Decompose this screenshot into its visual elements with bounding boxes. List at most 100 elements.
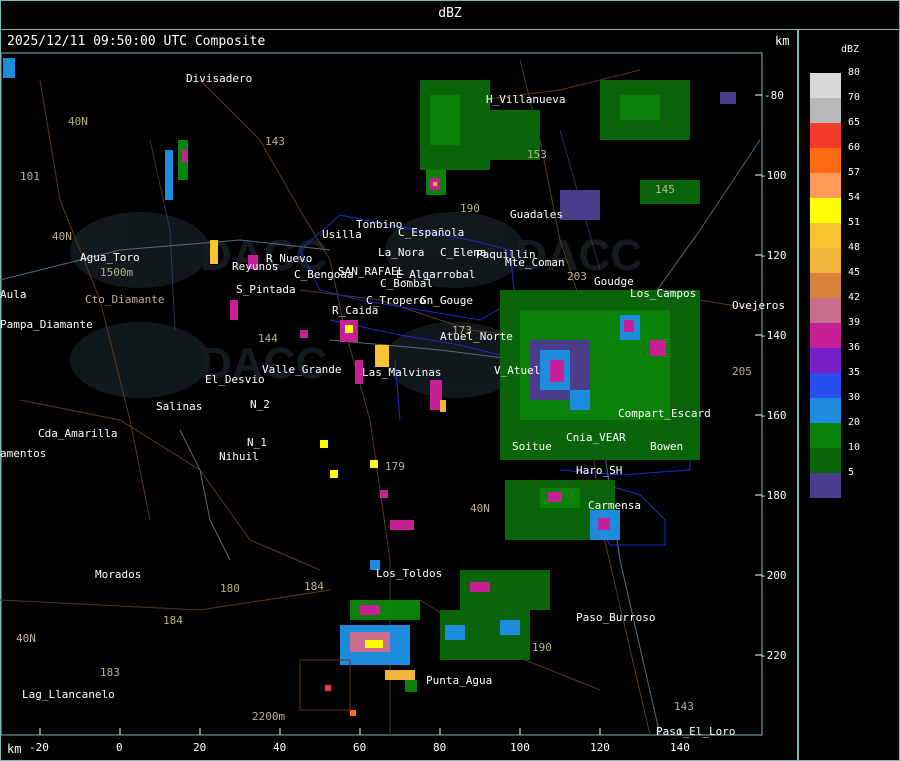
svg-text:Ovejeros: Ovejeros <box>732 299 785 312</box>
svg-text:Bowen: Bowen <box>650 440 683 453</box>
legend-value: 57 <box>848 167 861 178</box>
x-tick-label: 20 <box>193 741 206 754</box>
legend-swatch <box>810 148 841 173</box>
svg-text:180: 180 <box>220 582 240 595</box>
svg-text:143: 143 <box>674 700 694 713</box>
svg-text:Nihuil: Nihuil <box>219 450 259 463</box>
legend-value: 30 <box>848 392 861 403</box>
svg-text:La_Nora: La_Nora <box>378 246 424 259</box>
svg-text:Aula: Aula <box>0 288 27 301</box>
svg-text:N_2: N_2 <box>250 398 270 411</box>
legend-value: 42 <box>848 292 861 303</box>
svg-text:Cto_Diamante: Cto_Diamante <box>85 293 164 306</box>
svg-text:Cnia_VEAR: Cnia_VEAR <box>566 431 626 444</box>
svg-text:Haro_SH: Haro_SH <box>576 464 622 477</box>
y-tick-label: -180 <box>760 489 787 502</box>
svg-text:183: 183 <box>100 666 120 679</box>
svg-text:153: 153 <box>527 148 547 161</box>
legend-swatch <box>810 348 841 373</box>
x-tick-label: 80 <box>433 741 446 754</box>
x-tick-label: 100 <box>510 741 530 754</box>
svg-text:Soitue: Soitue <box>512 440 552 453</box>
svg-text:C_Bombal: C_Bombal <box>380 277 433 290</box>
legend-value: 5 <box>848 467 855 478</box>
svg-text:Los_Toldos: Los_Toldos <box>376 567 442 580</box>
svg-text:Paso_El_Loro: Paso_El_Loro <box>656 725 735 738</box>
svg-text:143: 143 <box>265 135 285 148</box>
svg-text:R_Nuevo: R_Nuevo <box>266 252 312 265</box>
y-tick-label: -140 <box>760 329 787 342</box>
legend-value: 48 <box>848 242 861 253</box>
svg-text:Compart_Escard: Compart_Escard <box>618 407 711 420</box>
legend-swatch <box>810 198 841 223</box>
svg-text:Divisadero: Divisadero <box>186 72 252 85</box>
x-tick-label: 40 <box>273 741 286 754</box>
x-tick-label: 0 <box>116 741 123 754</box>
product-timestamp: 2025/12/11 09:50:00 UTC Composite <box>7 34 266 49</box>
legend-swatch <box>810 73 841 98</box>
svg-text:40N: 40N <box>16 632 36 645</box>
y-tick-label: -220 <box>760 649 787 662</box>
x-axis-unit: km <box>7 742 22 756</box>
x-tick-label: 140 <box>670 741 690 754</box>
svg-text:Guadales: Guadales <box>510 208 563 221</box>
svg-text:C_Española: C_Española <box>398 226 464 239</box>
svg-text:190: 190 <box>532 641 552 654</box>
legend-swatch <box>810 98 841 123</box>
legend-swatch <box>810 273 841 298</box>
svg-text:Salinas: Salinas <box>156 400 202 413</box>
y-tick-label: -80 <box>764 89 784 102</box>
legend-swatch <box>810 298 841 323</box>
y-tick-label: -200 <box>760 569 787 582</box>
svg-text:Punta_Agua: Punta_Agua <box>426 674 492 687</box>
legend-swatch <box>810 448 841 473</box>
svg-text:179: 179 <box>385 460 405 473</box>
svg-text:V_Atuel: V_Atuel <box>494 364 540 377</box>
svg-text:N_1: N_1 <box>247 436 267 449</box>
svg-text:144: 144 <box>258 332 278 345</box>
y-tick-label: -100 <box>760 169 787 182</box>
svg-text:amentos: amentos <box>0 447 46 460</box>
svg-text:Carmensa: Carmensa <box>588 499 641 512</box>
legend-swatch <box>810 423 841 448</box>
svg-text:1500m: 1500m <box>100 266 133 279</box>
svg-text:190: 190 <box>460 202 480 215</box>
legend-swatch <box>810 173 841 198</box>
svg-text:40N: 40N <box>52 230 72 243</box>
svg-text:Tonbino: Tonbino <box>356 218 402 231</box>
y-tick-label: -160 <box>760 409 787 422</box>
legend-value: 20 <box>848 417 861 428</box>
legend-swatch <box>810 123 841 148</box>
svg-text:205: 205 <box>732 365 752 378</box>
legend-swatch <box>810 223 841 248</box>
x-tick-label: 60 <box>353 741 366 754</box>
radar-map: DACC DACC DACC DACC <box>0 52 787 754</box>
svg-text:Gn_Gouge: Gn_Gouge <box>420 294 473 307</box>
y-tick-label: -120 <box>760 249 787 262</box>
svg-text:Pampa_Diamante: Pampa_Diamante <box>0 318 93 331</box>
x-tick-label: 120 <box>590 741 610 754</box>
legend-swatch <box>810 323 841 348</box>
svg-text:2200m: 2200m <box>252 710 285 723</box>
svg-text:H_Villanueva: H_Villanueva <box>486 93 565 106</box>
svg-text:S_Pintada: S_Pintada <box>236 283 296 296</box>
legend-value: 60 <box>848 142 861 153</box>
svg-text:Las_Malvinas: Las_Malvinas <box>362 366 441 379</box>
legend-value: 80 <box>848 67 861 78</box>
x-axis: -20 0 20 40 60 80 100 120 140 <box>29 728 690 754</box>
y-axis-unit: km <box>775 34 790 48</box>
svg-text:Atuel_Norte: Atuel_Norte <box>440 330 513 343</box>
svg-text:40N: 40N <box>68 115 88 128</box>
legend-value: 51 <box>848 217 861 228</box>
legend-swatch <box>810 373 841 398</box>
x-tick-label: -20 <box>29 741 49 754</box>
y-axis: -80 -100 -120 -140 -160 -180 -200 -220 <box>755 89 787 662</box>
svg-text:Mte_Coman: Mte_Coman <box>505 256 565 269</box>
svg-text:145: 145 <box>655 183 675 196</box>
legend-swatch <box>810 248 841 273</box>
legend-value: 45 <box>848 267 861 278</box>
svg-text:203: 203 <box>567 270 587 283</box>
svg-text:40N: 40N <box>470 502 490 515</box>
legend-swatch <box>810 398 841 423</box>
svg-text:Los_Campos: Los_Campos <box>630 287 696 300</box>
